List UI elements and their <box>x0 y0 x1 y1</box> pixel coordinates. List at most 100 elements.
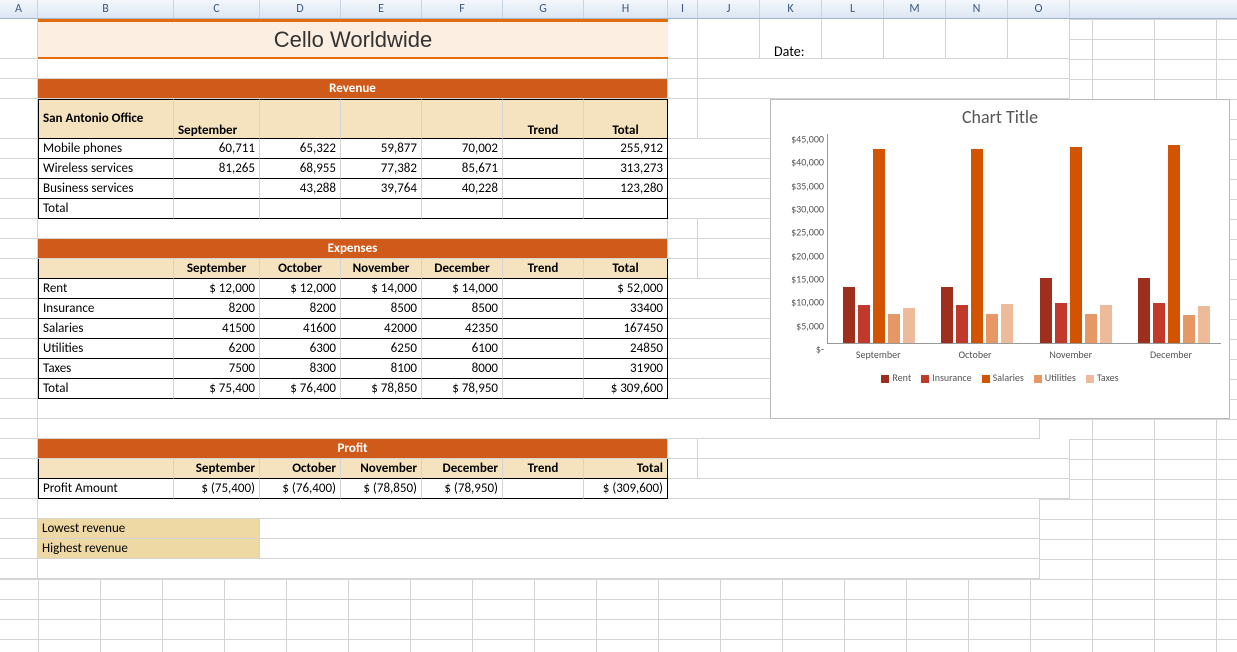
cell[interactable] <box>946 19 1008 59</box>
data-cell[interactable]: 77,382 <box>341 159 422 179</box>
col-L[interactable]: L <box>822 0 884 18</box>
data-cell[interactable]: $ (78,850) <box>341 479 422 499</box>
data-cell[interactable] <box>174 199 260 219</box>
data-cell[interactable]: 8000 <box>422 359 503 379</box>
cell[interactable] <box>0 519 38 539</box>
data-cell[interactable]: $ 309,600 <box>584 379 668 399</box>
cell[interactable] <box>668 79 698 99</box>
data-cell[interactable]: 255,912 <box>584 139 668 159</box>
row-label[interactable]: Wireless services <box>38 159 174 179</box>
cell[interactable] <box>0 159 38 179</box>
cell[interactable] <box>0 439 38 459</box>
col-K[interactable]: K <box>760 0 822 18</box>
data-cell[interactable]: 7500 <box>174 359 260 379</box>
data-cell[interactable]: $ (78,950) <box>422 479 503 499</box>
cell[interactable] <box>668 479 1070 499</box>
cell[interactable] <box>698 59 1070 79</box>
chart[interactable]: Chart Title $-$5,000$10,000$15,000$20,00… <box>770 99 1230 419</box>
cell[interactable] <box>884 19 946 59</box>
cell[interactable] <box>0 399 38 419</box>
data-cell[interactable]: $ 76,400 <box>260 379 341 399</box>
data-cell[interactable] <box>503 359 584 379</box>
col-G[interactable]: G <box>503 0 584 18</box>
cell[interactable] <box>0 359 38 379</box>
data-cell[interactable]: 8200 <box>174 299 260 319</box>
data-cell[interactable]: $ (75,400) <box>174 479 260 499</box>
row-label[interactable]: Mobile phones <box>38 139 174 159</box>
cell[interactable] <box>0 59 38 79</box>
data-cell[interactable]: 70,002 <box>422 139 503 159</box>
cell[interactable] <box>0 219 38 239</box>
col-F[interactable]: F <box>422 0 503 18</box>
cell[interactable] <box>1008 19 1070 59</box>
col-N[interactable]: N <box>946 0 1008 18</box>
cell[interactable] <box>0 19 38 59</box>
data-cell[interactable] <box>503 339 584 359</box>
data-cell[interactable] <box>503 139 584 159</box>
data-cell[interactable]: 24850 <box>584 339 668 359</box>
data-cell[interactable] <box>584 199 668 219</box>
data-cell[interactable] <box>503 319 584 339</box>
cell[interactable] <box>0 339 38 359</box>
cell[interactable] <box>0 459 38 479</box>
data-cell[interactable] <box>174 179 260 199</box>
data-cell[interactable]: 6300 <box>260 339 341 359</box>
row-label[interactable]: Utilities <box>38 339 174 359</box>
cell[interactable] <box>668 239 698 259</box>
data-cell[interactable]: 40,228 <box>422 179 503 199</box>
row-label[interactable]: Insurance <box>38 299 174 319</box>
cell[interactable] <box>668 259 698 279</box>
data-cell[interactable]: $ 78,850 <box>341 379 422 399</box>
cell[interactable] <box>698 459 1070 479</box>
row-label[interactable]: Total <box>38 379 174 399</box>
cell[interactable] <box>0 479 38 499</box>
cell[interactable] <box>38 419 1040 439</box>
data-cell[interactable]: 60,711 <box>174 139 260 159</box>
data-cell[interactable]: 33400 <box>584 299 668 319</box>
cell[interactable] <box>698 19 760 59</box>
data-cell[interactable]: 6200 <box>174 339 260 359</box>
data-cell[interactable] <box>503 179 584 199</box>
data-cell[interactable]: 59,877 <box>341 139 422 159</box>
data-cell[interactable]: 167450 <box>584 319 668 339</box>
cell[interactable] <box>0 419 38 439</box>
data-cell[interactable]: 81,265 <box>174 159 260 179</box>
data-cell[interactable]: $ 14,000 <box>422 279 503 299</box>
data-cell[interactable]: 8100 <box>341 359 422 379</box>
data-cell[interactable]: 6100 <box>422 339 503 359</box>
data-cell[interactable] <box>503 479 584 499</box>
col-J[interactable]: J <box>698 0 760 18</box>
data-cell[interactable]: 41500 <box>174 319 260 339</box>
data-cell[interactable] <box>422 199 503 219</box>
col-O[interactable]: O <box>1008 0 1070 18</box>
data-cell[interactable]: 39,764 <box>341 179 422 199</box>
cell[interactable] <box>260 519 1040 539</box>
cell[interactable] <box>38 559 1040 579</box>
data-cell[interactable]: $ (309,600) <box>584 479 668 499</box>
data-cell[interactable]: 6250 <box>341 339 422 359</box>
col-B[interactable]: B <box>38 0 174 18</box>
cell[interactable] <box>668 59 698 79</box>
cell[interactable] <box>668 19 698 59</box>
cell[interactable] <box>0 259 38 279</box>
cell[interactable] <box>668 439 698 459</box>
cell[interactable] <box>0 299 38 319</box>
data-cell[interactable]: 313,273 <box>584 159 668 179</box>
row-label[interactable]: Business services <box>38 179 174 199</box>
data-cell[interactable]: 68,955 <box>260 159 341 179</box>
cell[interactable] <box>38 499 1040 519</box>
data-cell[interactable]: 65,322 <box>260 139 341 159</box>
data-cell[interactable]: 42000 <box>341 319 422 339</box>
data-cell[interactable]: 31900 <box>584 359 668 379</box>
cell[interactable] <box>38 219 668 239</box>
data-cell[interactable]: 41600 <box>260 319 341 339</box>
data-cell[interactable] <box>260 199 341 219</box>
cell[interactable] <box>0 379 38 399</box>
cell[interactable] <box>0 199 38 219</box>
data-cell[interactable]: $ (76,400) <box>260 479 341 499</box>
data-cell[interactable]: 123,280 <box>584 179 668 199</box>
cell[interactable] <box>38 459 174 479</box>
data-cell[interactable] <box>503 299 584 319</box>
col-M[interactable]: M <box>884 0 946 18</box>
cell[interactable] <box>0 539 38 559</box>
